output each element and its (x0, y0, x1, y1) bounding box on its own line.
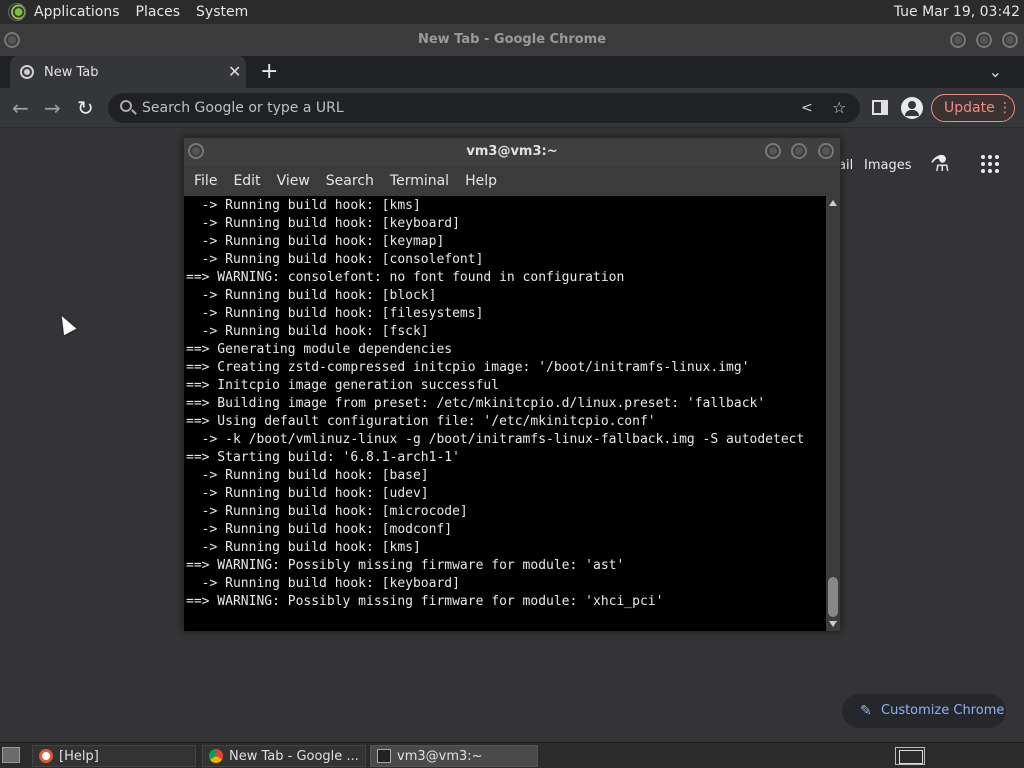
tab-new-tab[interactable]: New Tab ✕ (10, 56, 246, 88)
terminal-line: ==> Creating zstd-compressed initcpio im… (186, 360, 750, 375)
terminal-line: -> Running build hook: [block] (186, 288, 437, 303)
images-link[interactable]: Images (864, 158, 912, 173)
terminal-menu-terminal[interactable]: Terminal (382, 166, 457, 196)
terminal-title: vm3@vm3:~ (466, 144, 558, 159)
terminal-line: ==> WARNING: consolefont: no font found … (186, 270, 625, 285)
terminal-line: -> Running build hook: [keyboard] (186, 576, 460, 591)
top-panel: Applications Places System Tue Mar 19, 0… (0, 0, 1024, 24)
customize-chrome-button[interactable]: ✎ Customize Chrome (842, 694, 1006, 728)
chrome-icon (209, 749, 223, 763)
chrome-favicon-icon (20, 65, 34, 79)
terminal-line: -> -k /boot/vmlinuz-linux -g /boot/initr… (186, 432, 805, 447)
terminal-titlebar[interactable]: vm3@vm3:~ (184, 138, 840, 166)
terminal-menu-edit[interactable]: Edit (225, 166, 268, 196)
scrollbar-thumb[interactable] (828, 577, 838, 617)
bookmark-star-icon[interactable]: ☆ (832, 93, 846, 123)
distro-logo-icon[interactable] (8, 3, 26, 21)
terminal-line: -> Running build hook: [microcode] (186, 504, 468, 519)
labs-flask-icon[interactable]: ⚗ (930, 152, 950, 177)
terminal-menu-view[interactable]: View (269, 166, 318, 196)
terminal-output[interactable]: -> Running build hook: [kms] -> Running … (184, 196, 826, 631)
terminal-line: -> Running build hook: [filesystems] (186, 306, 484, 321)
terminal-icon (377, 749, 391, 763)
terminal-minimize-icon[interactable] (765, 143, 781, 159)
panel-menu: Applications Places System (0, 0, 256, 24)
terminal-line: ==> WARNING: Possibly missing firmware f… (186, 558, 625, 573)
help-lifebuoy-icon (39, 749, 53, 763)
taskbar-item-terminal[interactable]: vm3@vm3:~ (370, 745, 538, 767)
terminal-line: -> Running build hook: [consolefont] (186, 252, 484, 267)
pencil-icon: ✎ (860, 703, 872, 719)
scroll-down-icon[interactable] (829, 621, 837, 627)
terminal-line: -> Running build hook: [udev] (186, 486, 429, 501)
menu-applications[interactable]: Applications (26, 0, 128, 24)
show-desktop-icon[interactable] (2, 747, 20, 763)
tab-label: New Tab (44, 64, 99, 80)
taskbar-label: [Help] (59, 748, 99, 764)
terminal-line: ==> Initcpio image generation successful (186, 378, 500, 393)
terminal-maximize-icon[interactable] (791, 143, 807, 159)
terminal-close-icon[interactable] (818, 143, 834, 159)
chrome-titlebar[interactable]: New Tab - Google Chrome (0, 24, 1024, 56)
terminal-line: -> Running build hook: [fsck] (186, 324, 429, 339)
taskbar-item-chrome[interactable]: New Tab - Google ... (202, 745, 366, 767)
terminal-line: -> Running build hook: [kms] (186, 540, 421, 555)
side-panel-icon[interactable] (872, 100, 888, 115)
taskbar-label: New Tab - Google ... (229, 748, 359, 764)
search-icon (120, 100, 132, 112)
tab-strip: New Tab ✕ + ⌄ (0, 56, 1024, 88)
terminal-line: ==> Starting build: '6.8.1-arch1-1' (186, 450, 460, 465)
menu-places[interactable]: Places (128, 0, 189, 24)
workspace-switcher[interactable] (895, 747, 925, 765)
profile-avatar-icon[interactable] (901, 97, 923, 119)
tab-search-chevron-icon[interactable]: ⌄ (989, 56, 1002, 88)
maximize-icon[interactable] (976, 32, 992, 48)
new-tab-button[interactable]: + (260, 56, 278, 88)
google-apps-grid-icon[interactable] (981, 155, 999, 173)
terminal-line: ==> WARNING: Possibly missing firmware f… (186, 594, 664, 609)
share-icon[interactable]: < (801, 93, 813, 123)
terminal-line: -> Running build hook: [kms] (186, 198, 421, 213)
panel-clock[interactable]: Tue Mar 19, 03:42 (894, 0, 1020, 24)
terminal-line: ==> Generating module dependencies (186, 342, 453, 357)
chrome-window-title: New Tab - Google Chrome (417, 32, 607, 47)
close-window-icon[interactable] (1002, 32, 1018, 48)
forward-icon[interactable]: → (44, 88, 61, 128)
terminal-line: ==> Building image from preset: /etc/mki… (186, 396, 766, 411)
terminal-menu-help[interactable]: Help (457, 166, 505, 196)
back-icon[interactable]: ← (12, 88, 29, 128)
more-menu-icon[interactable]: ⋮ (998, 95, 1012, 121)
terminal-text: -> Running build hook: [kms] -> Running … (184, 196, 826, 611)
taskbar-label: vm3@vm3:~ (397, 748, 483, 764)
taskbar-item-help[interactable]: [Help] (32, 745, 196, 767)
update-label: Update (944, 100, 995, 116)
terminal-line: ==> Using default configuration file: '/… (186, 414, 656, 429)
omnibox-placeholder: Search Google or type a URL (142, 100, 344, 116)
terminal-menu-search[interactable]: Search (318, 166, 382, 196)
update-button[interactable]: Update ⋮ (931, 94, 1015, 122)
close-tab-icon[interactable]: ✕ (228, 56, 241, 88)
customize-label: Customize Chrome (881, 703, 1005, 718)
terminal-line: -> Running build hook: [modconf] (186, 522, 453, 537)
terminal-line: -> Running build hook: [keyboard] (186, 216, 460, 231)
omnibox[interactable]: Search Google or type a URL < ☆ (108, 93, 860, 123)
terminal-menubar: File Edit View Search Terminal Help (184, 166, 840, 196)
scroll-up-icon[interactable] (829, 200, 837, 206)
terminal-line: -> Running build hook: [keymap] (186, 234, 445, 249)
reload-icon[interactable]: ↻ (77, 88, 94, 128)
terminal-line: -> Running build hook: [base] (186, 468, 429, 483)
terminal-menu-file[interactable]: File (186, 166, 225, 196)
terminal-scrollbar[interactable] (826, 196, 840, 631)
minimize-icon[interactable] (950, 32, 966, 48)
menu-system[interactable]: System (188, 0, 256, 24)
browser-toolbar: ← → ↻ Search Google or type a URL < ☆ Up… (0, 88, 1024, 128)
bottom-taskbar: [Help] New Tab - Google ... vm3@vm3:~ (0, 742, 1024, 768)
terminal-window: vm3@vm3:~ File Edit View Search Terminal… (183, 137, 841, 631)
